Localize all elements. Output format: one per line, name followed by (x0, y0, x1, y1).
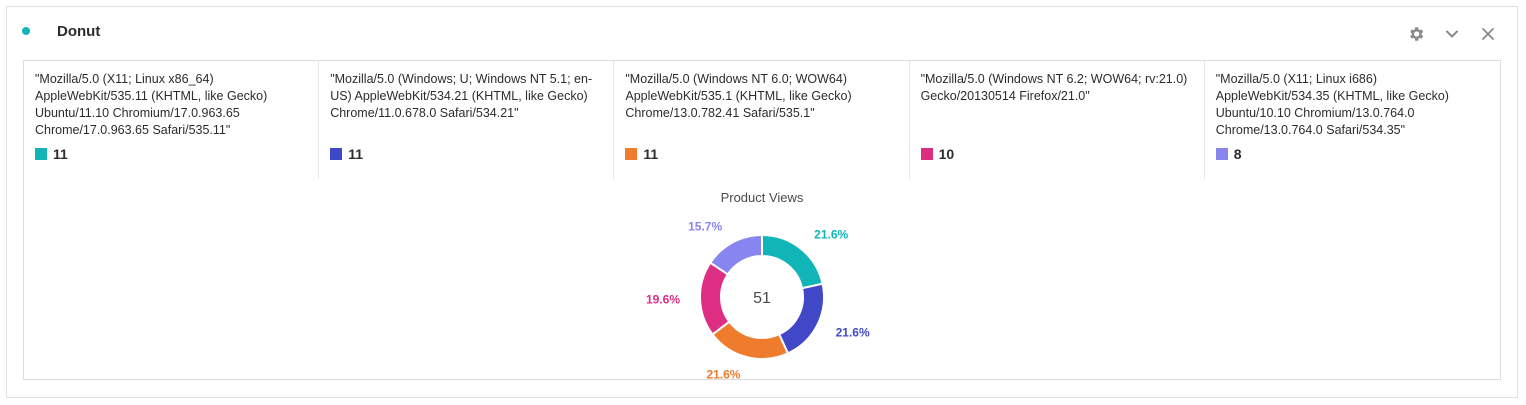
slice-percent-label: 15.7% (688, 220, 722, 234)
chevron-down-icon (1446, 30, 1458, 38)
donut-slice[interactable] (761, 233, 824, 290)
donut-slice[interactable] (708, 233, 763, 276)
donut-total: 51 (753, 290, 771, 307)
slice-percent-label: 21.6% (836, 326, 870, 340)
collapse-button[interactable] (1441, 24, 1463, 44)
chart-area: "Mozilla/5.0 (X11; Linux x86_64) AppleWe… (23, 60, 1501, 380)
donut-slice[interactable] (777, 282, 825, 355)
slice-percent-label: 21.6% (706, 368, 740, 379)
donut-chart: 21.6% 21.6% 21.6% 19.6% 15.7% 51 (646, 220, 870, 379)
close-button[interactable] (1477, 24, 1499, 44)
status-dot (22, 27, 30, 35)
slice-percent-label: 21.6% (814, 228, 848, 242)
donut-panel: Donut "Mozilla/5.0 (X11; Linux x86_64) A… (6, 6, 1518, 398)
panel-title: Donut (57, 23, 101, 40)
close-icon (1482, 28, 1494, 40)
panel-actions (1405, 24, 1499, 44)
slice-percent-label: 19.6% (646, 292, 680, 306)
gear-icon (1410, 27, 1424, 41)
donut-slice[interactable] (711, 320, 790, 360)
settings-button[interactable] (1405, 24, 1427, 44)
